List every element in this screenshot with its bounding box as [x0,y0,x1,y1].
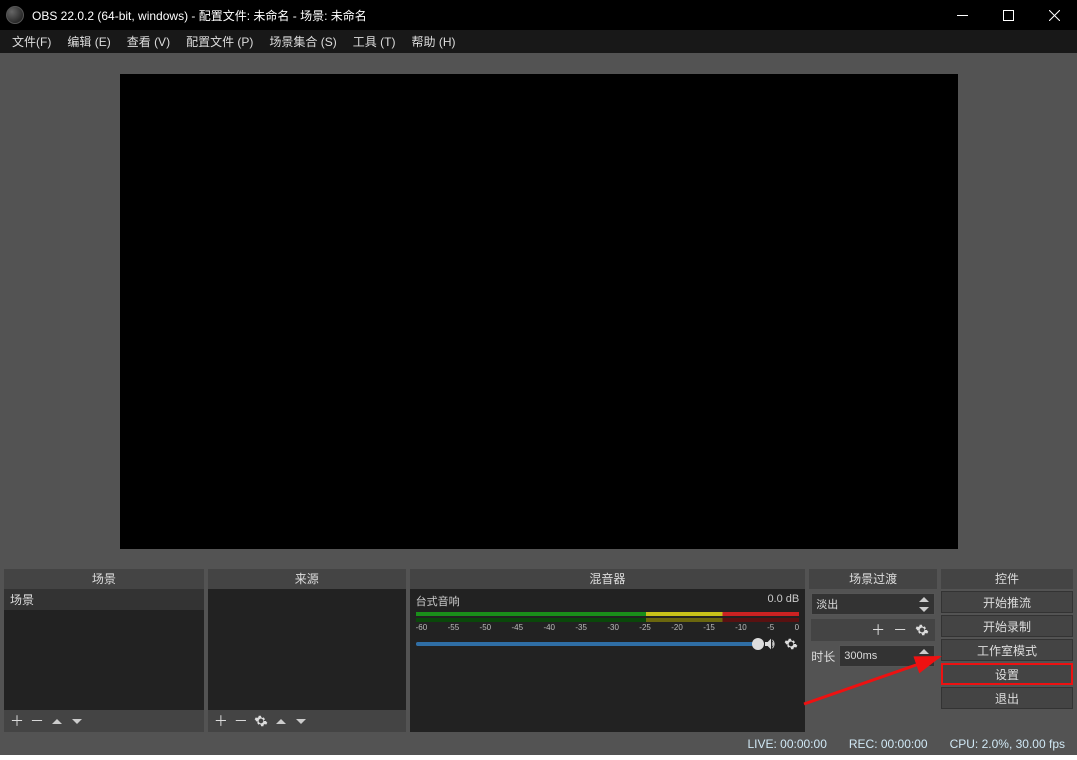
start-streaming-button[interactable]: 开始推流 [941,591,1073,613]
audio-meter-2 [416,618,800,622]
settings-button[interactable]: 设置 [941,663,1073,685]
menu-edit[interactable]: 编辑 (E) [59,30,118,53]
status-rec: REC: 00:00:00 [849,737,928,751]
preview-area [0,53,1077,569]
menu-help[interactable]: 帮助 (H) [403,30,463,53]
scene-item[interactable]: 场景 [4,589,204,610]
close-button[interactable] [1031,0,1077,30]
dock-transitions-title: 场景过渡 [809,569,937,589]
scene-add-button[interactable]: ＋ [8,712,26,730]
scene-up-button[interactable] [48,712,66,730]
start-recording-button[interactable]: 开始录制 [941,615,1073,637]
meter-ticks: -60-55-50-45-40-35-30-25-20-15-10-50 [416,623,800,632]
dock-scenes-title: 场景 [4,569,204,589]
exit-button[interactable]: 退出 [941,687,1073,709]
transition-duration-input[interactable]: 300ms [839,645,935,667]
scene-down-button[interactable] [68,712,86,730]
mixer-channel-db: 0.0 dB [767,593,799,609]
dock-mixer: 混音器 台式音响 0.0 dB -60-55-50-45-40-35-30-25… [410,569,806,732]
speaker-icon[interactable] [763,636,779,652]
transition-settings-button[interactable] [913,621,931,639]
dock-sources-title: 来源 [208,569,406,589]
menu-tools[interactable]: 工具 (T) [345,30,404,53]
dock-scenes: 场景 场景 ＋ － [4,569,204,732]
maximize-button[interactable] [985,0,1031,30]
dock-controls-title: 控件 [941,569,1073,589]
sources-list[interactable] [208,589,406,710]
audio-meter [416,612,800,616]
menu-scenecol[interactable]: 场景集合 (S) [261,30,344,53]
menu-view[interactable]: 查看 (V) [119,30,178,53]
dock-controls: 控件 开始推流 开始录制 工作室模式 设置 退出 [941,569,1073,732]
menu-bar: 文件(F) 编辑 (E) 查看 (V) 配置文件 (P) 场景集合 (S) 工具… [0,30,1077,53]
mixer-channel-name: 台式音响 [416,593,460,609]
transition-remove-button[interactable]: － [891,621,909,639]
menu-file[interactable]: 文件(F) [4,30,59,53]
source-remove-button[interactable]: － [232,712,250,730]
scenes-list[interactable]: 场景 [4,589,204,710]
app-icon [6,6,24,24]
status-cpu: CPU: 2.0%, 30.00 fps [950,737,1065,751]
scene-remove-button[interactable]: － [28,712,46,730]
mixer-gear-icon[interactable] [783,636,799,652]
minimize-button[interactable] [939,0,985,30]
source-add-button[interactable]: ＋ [212,712,230,730]
transition-duration-label: 时长 [811,648,835,665]
source-up-button[interactable] [272,712,290,730]
transition-select[interactable]: 淡出 [811,593,935,615]
transition-add-button[interactable]: ＋ [869,621,887,639]
menu-profile[interactable]: 配置文件 (P) [178,30,261,53]
source-settings-button[interactable] [252,712,270,730]
dock-transitions: 场景过渡 淡出 ＋ － 时长 300ms [809,569,937,732]
studio-mode-button[interactable]: 工作室模式 [941,639,1073,661]
preview-canvas[interactable] [120,74,958,549]
dock-sources: 来源 ＋ － [208,569,406,732]
dock-mixer-title: 混音器 [410,569,806,589]
volume-slider[interactable] [416,642,760,646]
window-title: OBS 22.0.2 (64-bit, windows) - 配置文件: 未命名… [32,7,939,24]
status-live: LIVE: 00:00:00 [747,737,826,751]
status-bar: LIVE: 00:00:00 REC: 00:00:00 CPU: 2.0%, … [0,732,1077,755]
window-titlebar: OBS 22.0.2 (64-bit, windows) - 配置文件: 未命名… [0,0,1077,30]
source-down-button[interactable] [292,712,310,730]
